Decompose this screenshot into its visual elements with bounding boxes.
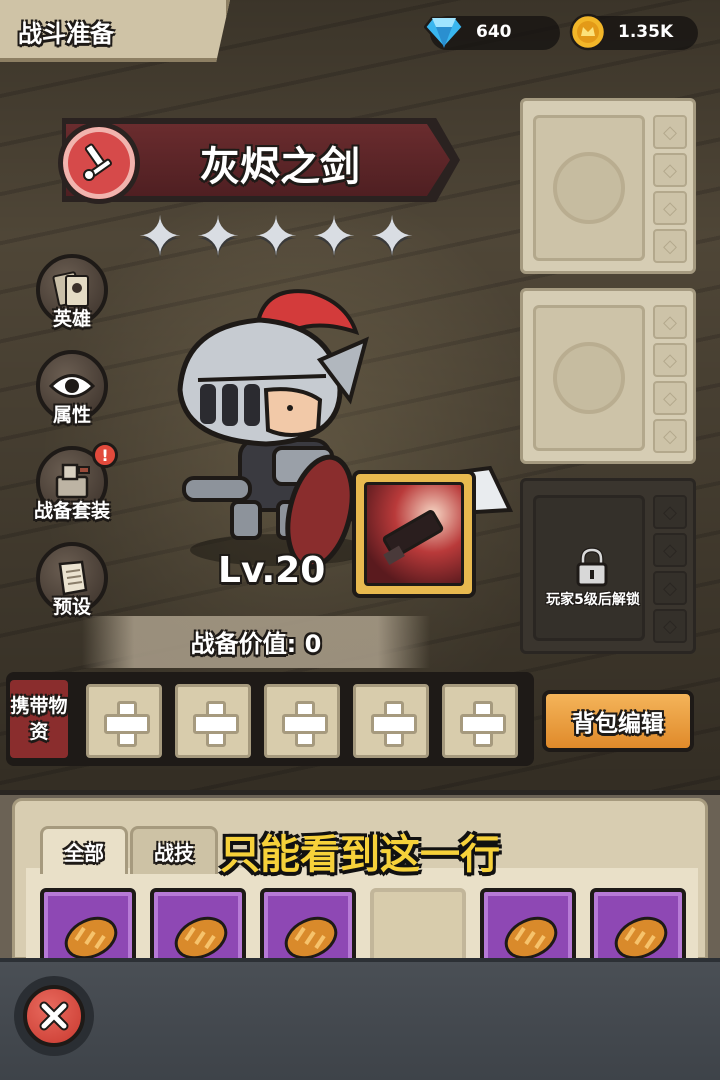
preset-button-label: 预设: [52, 596, 91, 618]
inventory-item-empty[interactable]: [370, 888, 466, 968]
weapon-star-rating: ✦ ✦ ✦ ✦ ✦: [132, 210, 420, 264]
gold-coin-icon: [568, 12, 608, 52]
hero-button-label: 英雄: [52, 308, 91, 330]
rune-slot-icon[interactable]: ◇: [653, 115, 687, 149]
gear-set-button[interactable]: ! 战备套装: [32, 442, 118, 536]
star-icon: ✦: [195, 205, 241, 268]
equipment-slot-1[interactable]: ◇ ◇ ◇ ◇: [520, 98, 696, 274]
torch-icon: [553, 152, 625, 224]
hero-button[interactable]: 英雄: [32, 254, 112, 344]
rune-slot-icon[interactable]: ◇: [653, 419, 687, 453]
attributes-button-label: 属性: [52, 404, 91, 426]
plus-icon: [371, 701, 417, 747]
star-icon: ✦: [137, 205, 183, 268]
supply-slot-4[interactable]: [353, 684, 429, 758]
equipment-slot-placeholder: [533, 115, 645, 261]
page-title: 战斗准备: [18, 20, 114, 48]
supply-slot-3[interactable]: [264, 684, 340, 758]
star-icon: ✦: [369, 205, 415, 268]
bottom-bar: [0, 958, 720, 1080]
rune-slot-icon[interactable]: ◇: [653, 153, 687, 187]
gear-value: 战备价值: 0: [190, 630, 322, 658]
carry-supplies-label: 携带物资: [10, 680, 68, 758]
gold-counter[interactable]: 1.35K: [569, 13, 698, 51]
inventory-item-bread[interactable]: [590, 888, 686, 968]
lock-icon: [576, 547, 608, 587]
weapon-name: 灰烬之剑: [200, 144, 360, 190]
inventory-item-bread[interactable]: [480, 888, 576, 968]
unlock-requirement-text: 玩家5级后解锁: [546, 592, 640, 608]
weapon-skill-slot[interactable]: [352, 470, 476, 598]
bread-icon: [174, 916, 228, 960]
rune-slot-icon[interactable]: ◇: [653, 381, 687, 415]
rune-slot-icon: ◇: [653, 495, 687, 529]
rune-slot-icon[interactable]: ◇: [653, 343, 687, 377]
rune-slot-icon: ◇: [653, 533, 687, 567]
close-button[interactable]: [14, 976, 94, 1056]
bread-icon: [284, 916, 338, 960]
edit-bag-button[interactable]: 背包编辑: [542, 690, 694, 752]
rune-slot-icon: ◇: [653, 609, 687, 643]
plus-icon: [193, 701, 239, 747]
rune-slot-icon[interactable]: ◇: [653, 305, 687, 339]
plus-icon: [282, 701, 328, 747]
sword-emblem-icon: [58, 122, 140, 204]
rune-slot-icon[interactable]: ◇: [653, 229, 687, 263]
gold-count: 1.35K: [618, 22, 674, 42]
weapon-level: Lv.20: [218, 550, 326, 591]
notification-badge: !: [92, 442, 118, 468]
gem-count: 640: [476, 22, 512, 42]
bread-icon: [614, 916, 668, 960]
supply-slot-5[interactable]: [442, 684, 518, 758]
diamond-icon: [424, 12, 464, 52]
equipment-slot-2[interactable]: ◇ ◇ ◇ ◇: [520, 288, 696, 464]
star-icon: ✦: [253, 205, 299, 268]
gem-counter[interactable]: 640: [424, 16, 560, 50]
inventory-item-bread[interactable]: [150, 888, 246, 968]
plus-icon: [104, 701, 150, 747]
torch-icon: [553, 342, 625, 414]
equipment-slot-placeholder: [533, 305, 645, 451]
inventory-item-bread[interactable]: [260, 888, 356, 968]
rune-slot-icon[interactable]: ◇: [653, 191, 687, 225]
close-icon: [23, 985, 85, 1047]
page-title-tab: 战斗准备: [0, 0, 230, 62]
equipment-slot-locked[interactable]: 玩家5级后解锁 ◇ ◇ ◇ ◇: [520, 478, 696, 654]
star-icon: ✦: [311, 205, 357, 268]
weapon-skill-icon: [364, 482, 464, 586]
gear-set-button-label: 战备套装: [33, 500, 110, 522]
bread-icon: [64, 916, 118, 960]
supply-slot-1[interactable]: [86, 684, 162, 758]
plus-icon: [460, 701, 506, 747]
supply-slot-2[interactable]: [175, 684, 251, 758]
attributes-button[interactable]: 属性: [32, 350, 112, 440]
rune-slot-icon: ◇: [653, 571, 687, 605]
inventory-item-bread[interactable]: [40, 888, 136, 968]
bread-icon: [504, 916, 558, 960]
overlay-caption: 只能看到这一行: [220, 832, 500, 878]
